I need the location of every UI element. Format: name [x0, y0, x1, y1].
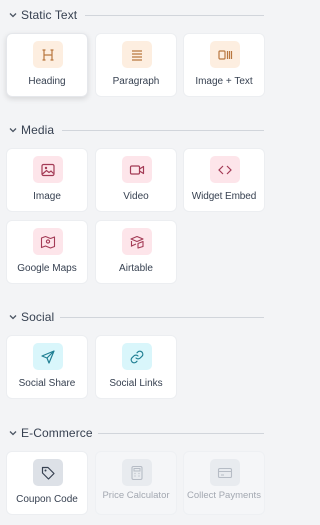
card-label: Coupon Code	[16, 494, 78, 505]
image-icon	[33, 156, 63, 183]
card-label: Social Share	[18, 378, 76, 389]
section-title: Social	[21, 310, 55, 324]
card-label: Video	[123, 191, 149, 202]
card-collect-payments: Collect Payments	[183, 451, 265, 515]
card-social-share[interactable]: Social Share	[6, 335, 88, 399]
card-google-maps[interactable]: Google Maps	[6, 220, 88, 284]
credit-card-icon	[210, 459, 240, 486]
card-paragraph[interactable]: Paragraph	[95, 33, 177, 97]
card-label: Airtable	[119, 263, 153, 274]
calculator-icon	[122, 459, 152, 486]
section-header-e-commerce[interactable]: E-Commerce	[0, 423, 278, 443]
video-icon	[122, 156, 152, 183]
card-image[interactable]: Image	[6, 148, 88, 212]
card-coupon-code[interactable]: Coupon Code	[6, 451, 88, 515]
card-label: Social Links	[109, 378, 163, 389]
element-palette: Static Text Heading Paragraph Image + Te…	[0, 0, 278, 525]
card-label: Widget Embed	[191, 191, 257, 202]
section-header-media[interactable]: Media	[0, 120, 278, 140]
card-widget-embed[interactable]: Widget Embed	[183, 148, 265, 212]
card-heading[interactable]: Heading	[6, 33, 88, 97]
card-video[interactable]: Video	[95, 148, 177, 212]
card-label: Google Maps	[17, 263, 77, 274]
card-label: Heading	[28, 76, 66, 87]
chevron-down-icon	[9, 431, 17, 436]
chevron-down-icon	[9, 128, 17, 133]
card-label: Paragraph	[112, 76, 160, 87]
card-label: Price Calculator	[102, 490, 170, 501]
send-icon	[33, 343, 63, 370]
paragraph-icon	[122, 41, 152, 68]
section-divider	[85, 14, 264, 16]
code-icon	[210, 156, 240, 183]
card-image-text[interactable]: Image + Text	[183, 33, 265, 97]
section-divider	[60, 316, 264, 318]
chevron-down-icon	[9, 315, 17, 320]
section-title: Media	[21, 123, 55, 137]
card-label: Image + Text	[195, 76, 253, 87]
section-title: Static Text	[21, 8, 78, 22]
section-divider	[62, 129, 264, 131]
card-price-calculator: Price Calculator	[95, 451, 177, 515]
heading-icon	[33, 41, 63, 68]
card-airtable[interactable]: Airtable	[95, 220, 177, 284]
link-icon	[122, 343, 152, 370]
card-label: Image	[33, 191, 61, 202]
chevron-down-icon	[9, 13, 17, 18]
section-title: E-Commerce	[21, 426, 93, 440]
map-icon	[33, 228, 63, 255]
section-header-static-text[interactable]: Static Text	[0, 5, 278, 25]
card-label: Collect Payments	[187, 490, 261, 501]
card-social-links[interactable]: Social Links	[95, 335, 177, 399]
section-header-social[interactable]: Social	[0, 307, 278, 327]
tag-icon	[33, 459, 63, 486]
section-divider	[98, 432, 264, 434]
image-text-icon	[210, 41, 240, 68]
airtable-icon	[122, 228, 152, 255]
